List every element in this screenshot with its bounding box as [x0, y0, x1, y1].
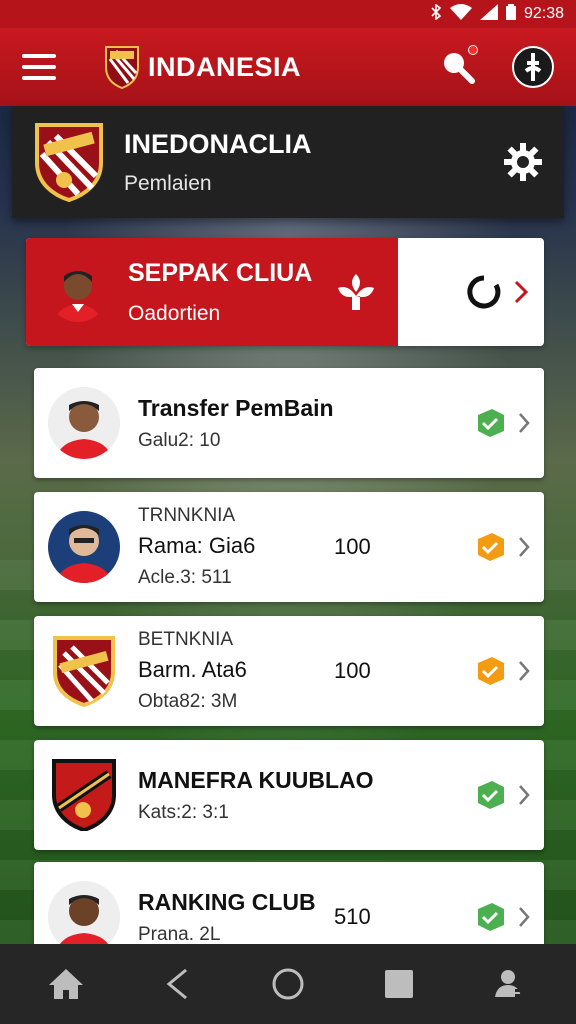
chevron-right-icon[interactable] [512, 278, 530, 306]
gear-icon[interactable] [504, 143, 542, 181]
player-avatar [48, 881, 120, 953]
team-crest-icon [35, 123, 103, 202]
app-title: INDANESIA [148, 51, 302, 82]
player-avatar [48, 262, 108, 322]
team-subtitle: Pemlaien [124, 171, 212, 195]
player-avatar [48, 387, 120, 459]
item-value: 100 [334, 658, 371, 683]
item-subtitle: Galu2: 10 [138, 429, 221, 451]
featured-subtitle: Oadortien [128, 301, 221, 325]
team-crest-icon [48, 759, 120, 831]
menu-icon[interactable] [22, 54, 56, 80]
app-screen: 92:38 INDANESIA INEDONACLIA Pemlaien SEP… [0, 0, 576, 1024]
team-crest-icon [48, 635, 120, 707]
battery-icon [505, 4, 516, 24]
featured-card[interactable]: SEPPAK CLIUA Oadortien [26, 238, 544, 346]
warning-badge-icon [478, 657, 504, 685]
item-kicker: BETNKNIA [138, 629, 234, 650]
item-title: Barm. Ata6 [138, 657, 247, 682]
list-item[interactable]: Transfer PemBain Galu2: 10 [34, 368, 544, 478]
item-title: RANKING CLUB [138, 888, 316, 915]
status-time: 92:38 [523, 5, 564, 22]
refresh-icon[interactable] [466, 274, 502, 310]
bluetooth-icon [430, 3, 442, 24]
chevron-right-icon[interactable] [518, 660, 530, 682]
chevron-right-icon[interactable] [518, 784, 530, 806]
check-badge-icon [478, 781, 504, 809]
item-value: 510 [334, 904, 371, 929]
team-header-card: INEDONACLIA Pemlaien [12, 106, 564, 218]
item-subtitle: Prana. 2L [138, 923, 221, 945]
warning-badge-icon [478, 533, 504, 561]
signal-icon [479, 4, 498, 24]
user-menu-icon[interactable] [490, 964, 530, 1004]
home-icon[interactable] [46, 964, 86, 1004]
team-crest-icon [105, 46, 139, 89]
fleur-icon [338, 274, 374, 310]
item-title: MANEFRA KUUBLAO [138, 766, 374, 793]
back-icon[interactable] [157, 964, 197, 1004]
list-item[interactable]: BETNKNIA Barm. Ata6 Obta82: 3M 100 [34, 616, 544, 726]
item-subtitle: Obta82: 3M [138, 691, 238, 712]
bottom-nav-bar [0, 944, 576, 1024]
item-value: 100 [334, 534, 371, 559]
check-badge-icon [478, 903, 504, 931]
list-item[interactable]: MANEFRA KUUBLAO Kats:2: 3:1 [34, 740, 544, 850]
search-icon[interactable] [440, 45, 478, 85]
item-title: Rama: Gia6 [138, 533, 256, 558]
player-avatar [48, 511, 120, 583]
team-name: INEDONACLIA [124, 128, 312, 159]
featured-title: SEPPAK CLIUA [128, 258, 313, 287]
home-circle-icon[interactable] [268, 964, 308, 1004]
wifi-icon [449, 4, 472, 24]
item-subtitle: Acle.3: 511 [138, 567, 232, 588]
profile-icon[interactable] [512, 46, 554, 88]
chevron-right-icon[interactable] [518, 906, 530, 928]
recents-icon[interactable] [379, 964, 419, 1004]
status-bar: 92:38 [0, 0, 576, 28]
item-kicker: TRNNKNIA [138, 505, 236, 526]
app-bar: INDANESIA [0, 28, 576, 106]
notification-dot [468, 45, 478, 55]
chevron-right-icon[interactable] [518, 536, 530, 558]
item-title: Transfer PemBain [138, 394, 334, 421]
brand: INDANESIA [104, 45, 301, 89]
item-subtitle: Kats:2: 3:1 [138, 801, 229, 823]
list-item[interactable]: TRNNKNIA Rama: Gia6 Acle.3: 511 100 [34, 492, 544, 602]
check-badge-icon [478, 409, 504, 437]
chevron-right-icon[interactable] [518, 412, 530, 434]
